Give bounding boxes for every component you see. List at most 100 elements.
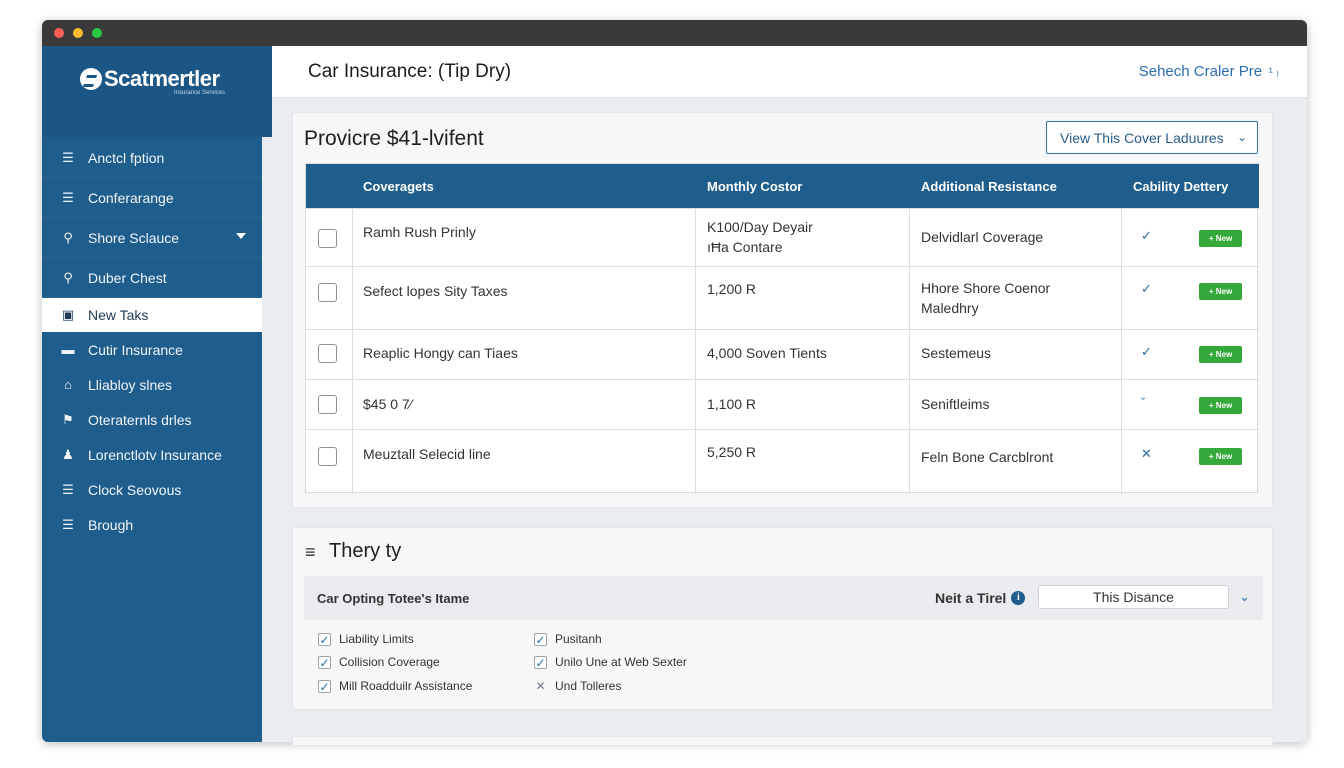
logo[interactable]: Scatmertler [80, 66, 220, 92]
option-label: Und Tolleres [555, 679, 622, 693]
additional-resistance: Feln Bone Carcblront [921, 449, 1054, 465]
sidebar-item-label: New Taks [88, 306, 149, 323]
sidebar: Scatmertler Insurance Services ☰ Anctcl … [42, 46, 272, 742]
person-icon: ♟ [62, 446, 74, 462]
sidebar-item-6[interactable]: ▬ Cutir Insurance [42, 332, 262, 367]
search-icon: ⚲ [63, 269, 73, 285]
option-und-tolleres[interactable]: ✕ Und Tolleres [534, 679, 621, 693]
layers-icon: ☰ [62, 149, 74, 165]
row-checkbox[interactable] [318, 447, 337, 466]
filter-right-group: Neit a Tirel i [935, 590, 1026, 606]
option-pusitanh[interactable]: ✓ Pusitanh [534, 632, 602, 646]
checkbox-checked[interactable]: ✓ [318, 655, 331, 669]
coverage-table: Coveragets Monthly Costor Additional Res… [305, 163, 1259, 494]
sidebar-item-10[interactable]: ☰ Clock Seovous [42, 472, 262, 507]
coverage-title: Provicre $41-lvifent [304, 127, 484, 150]
logo-area: Scatmertler Insurance Services [42, 46, 272, 137]
sidebar-item-2[interactable]: ☰ Conferarange [42, 178, 262, 218]
option-liability-limits[interactable]: ✓ Liability Limits [318, 632, 414, 646]
new-badge[interactable]: + New [1199, 346, 1242, 363]
sidebar-item-label: Duber Chest [88, 269, 167, 286]
option-label: Mill Roadduilr Assistance [339, 679, 473, 693]
header-link-suffix: ¹ ₎ [1266, 65, 1279, 79]
sidebar-item-9[interactable]: ♟ Lorenctlotv Insurance [42, 437, 262, 472]
table-row[interactable]: Ramh Rush Prinly K100/Day Deyair ıĦa Con… [306, 208, 1259, 266]
checkbox-checked[interactable]: ✓ [318, 632, 331, 646]
checkbox-checked[interactable]: ✓ [534, 632, 547, 646]
sidebar-item-label: Brough [88, 516, 134, 533]
logo-text: Scatmertler [104, 66, 220, 91]
sidebar-nav: ☰ Anctcl fption ☰ Conferarange ⚲ Shore S… [42, 138, 262, 542]
row-checkbox[interactable] [318, 344, 337, 363]
filter-label: Car Opting Totee's Itame [317, 591, 470, 606]
option-label: Unilo Une at Web Sexter [555, 655, 687, 669]
layers-icon: ☰ [62, 189, 74, 205]
checkbox-checked[interactable]: ✓ [534, 655, 547, 669]
chevron-down-icon[interactable] [236, 233, 246, 239]
sidebar-item-new-tasks[interactable]: ▣ New Taks [42, 298, 262, 332]
view-cover-select[interactable]: View This Cover Laduures ⌄ [1046, 121, 1258, 154]
table-row[interactable]: Reaplic Hongy can Tiaes 4,000 Soven Tien… [306, 329, 1259, 379]
distance-select[interactable]: This Disance [1038, 585, 1229, 609]
row-checkbox[interactable] [318, 283, 337, 302]
close-icon: ✕ [1141, 446, 1152, 461]
additional-resistance: Delvidlarl Coverage [921, 229, 1044, 245]
filter-bar: Car Opting Totee's Itame Neit a Tirel i … [304, 576, 1263, 620]
summary-card: ≡ Thery ty Car Opting Totee's Itame Neit… [292, 527, 1273, 710]
option-collision-coverage[interactable]: ✓ Collision Coverage [318, 655, 440, 669]
coverage-card: Provicre $41-lvifent View This Cover Lad… [292, 112, 1273, 508]
new-badge[interactable]: + New [1199, 230, 1242, 247]
option-web-sexter[interactable]: ✓ Unilo Une at Web Sexter [534, 655, 687, 669]
summary-title: Thery ty [329, 540, 402, 562]
table-row[interactable]: $45 0 7⁄ 1,100 R Seniftleims ˇ + New [306, 379, 1259, 429]
check-icon: ✓ [1141, 344, 1152, 359]
new-badge[interactable]: + New [1199, 283, 1242, 300]
flag-icon: ⚑ [62, 411, 74, 427]
chevron-down-icon[interactable]: ⌄ [1239, 589, 1250, 605]
checkbox-checked[interactable]: ✓ [318, 679, 331, 693]
additional-resistance: Sestemeus [921, 345, 992, 361]
new-badge[interactable]: + New [1199, 397, 1242, 414]
filter-right-label: Neit a Tirel [935, 590, 1007, 606]
header-link[interactable]: Sehech Craler Pre ¹ ₎ [1139, 63, 1279, 80]
row-checkbox[interactable] [318, 395, 337, 414]
sidebar-item-label: Cutir Insurance [88, 341, 183, 358]
sidebar-item-4[interactable]: ⚲ Duber Chest [42, 258, 262, 298]
option-label: Pusitanh [555, 632, 602, 646]
checkbox-unchecked[interactable]: ✕ [534, 679, 547, 693]
row-checkbox[interactable] [318, 229, 337, 248]
sidebar-item-label: Conferarange [88, 189, 174, 206]
option-roadside-assistance[interactable]: ✓ Mill Roadduilr Assistance [318, 679, 472, 693]
coverage-name: Ramh Rush Prinly [363, 224, 476, 240]
info-icon[interactable]: i [1011, 591, 1026, 605]
table-row[interactable]: Meuztall Selecid line 5,250 R Feln Bone … [306, 429, 1259, 493]
title-bar [42, 20, 1307, 46]
coverage-name: Meuztall Selecid line [363, 446, 491, 462]
layers-icon: ☰ [62, 516, 74, 532]
monthly-cost: 1,200 R [707, 281, 757, 297]
close-window-button[interactable] [54, 28, 64, 38]
sidebar-item-3[interactable]: ⚲ Shore Sclauce [42, 218, 262, 258]
sidebar-item-label: Lorenctlotv Insurance [88, 446, 222, 463]
coverage-name: $45 0 7⁄ [363, 396, 413, 412]
column-header[interactable]: Coveragets [363, 179, 434, 194]
sidebar-item-8[interactable]: ⚑ Oteraternls drles [42, 402, 262, 437]
new-badge[interactable]: + New [1199, 448, 1242, 465]
table-row[interactable]: Sefect lopes Sity Taxes 1,200 R Hhore Sh… [306, 266, 1259, 329]
monthly-cost: 1,100 R [707, 396, 757, 412]
monthly-cost: 4,000 Soven Tients [707, 345, 827, 361]
column-header[interactable]: Monthly Costor [707, 179, 802, 194]
sidebar-item-1[interactable]: ☰ Anctcl fption [42, 138, 262, 178]
column-header[interactable]: Cability Dettery [1133, 179, 1228, 194]
coverage-name: Sefect lopes Sity Taxes [363, 283, 508, 299]
check-icon: ✓ [1141, 281, 1152, 296]
sidebar-item-7[interactable]: ⌂ Lliabloy slnes [42, 367, 262, 402]
maximize-window-button[interactable] [92, 28, 102, 38]
layers-icon: ☰ [62, 481, 74, 497]
minimize-window-button[interactable] [73, 28, 83, 38]
sidebar-item-11[interactable]: ☰ Brough [42, 507, 262, 542]
column-header[interactable]: Additional Resistance [921, 179, 1057, 194]
check-icon: ˇ [1141, 395, 1146, 410]
option-label: Liability Limits [339, 632, 414, 646]
additional-resistance: Hhore Shore Coenor Maledhry [921, 280, 1051, 316]
